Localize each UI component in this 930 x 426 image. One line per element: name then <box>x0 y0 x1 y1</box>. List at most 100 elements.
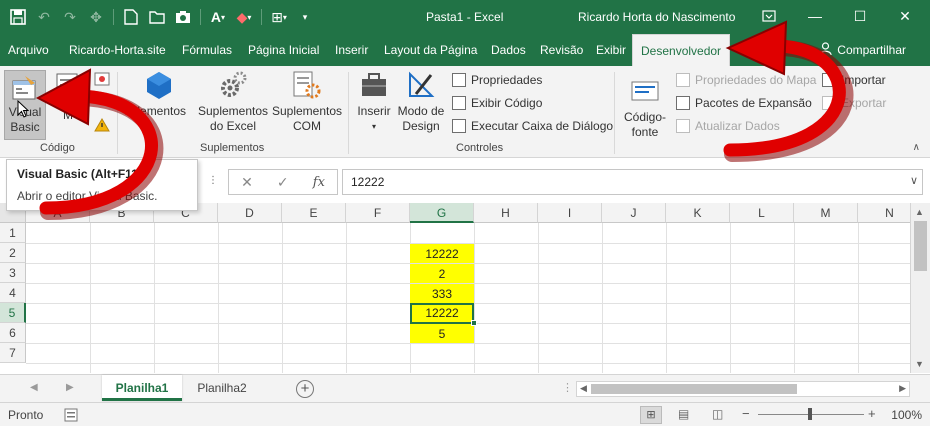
propriedades-button[interactable]: Propriedades <box>452 73 542 87</box>
minimize-icon[interactable]: — <box>800 4 830 28</box>
zoom-slider[interactable] <box>758 408 864 420</box>
macros-button[interactable]: M <box>48 70 88 123</box>
ribbon-tabs: Arquivo Ricardo-Horta.site Fórmulas Pági… <box>0 34 930 66</box>
tab-revisao[interactable]: Revisão <box>540 43 583 57</box>
codigo-fonte-button[interactable]: Código- fonte <box>620 70 670 140</box>
record-macro-icon[interactable] <box>94 72 110 86</box>
add-sheet-button[interactable]: + <box>296 380 314 398</box>
tab-splitter-icon[interactable]: ⋮ <box>562 381 573 394</box>
executar-caixa-button[interactable]: Executar Caixa de Diálogo <box>452 119 613 133</box>
column-header-m[interactable]: M <box>794 203 858 223</box>
column-header-l[interactable]: L <box>730 203 794 223</box>
insert-function-icon[interactable]: fx <box>313 175 325 190</box>
exportar-button[interactable]: Exportar <box>822 96 886 110</box>
cell-g3[interactable]: 2 <box>410 264 474 284</box>
suplementos-excel-button[interactable]: Suplementos do Excel <box>196 70 270 134</box>
user-name[interactable]: Ricardo Horta do Nascimento <box>578 10 735 24</box>
normal-view-icon[interactable]: ⊞ <box>640 406 662 424</box>
borders-icon[interactable]: ⊞ ▾ <box>267 6 291 28</box>
column-header-f[interactable]: F <box>346 203 410 223</box>
row-header-4[interactable]: 4 <box>0 283 26 303</box>
importar-button[interactable]: Importar <box>822 73 886 87</box>
page-layout-view-icon[interactable]: ▤ <box>678 407 689 421</box>
cell-g5-active[interactable]: 12222 <box>410 303 474 324</box>
customize-icon[interactable]: ▾ <box>293 6 317 28</box>
exibir-codigo-button[interactable]: Exibir Código <box>452 96 542 110</box>
collapse-ribbon-icon[interactable]: ∧ <box>913 142 920 153</box>
macro-security-icon[interactable] <box>94 118 110 132</box>
suplementos-button[interactable]: uplementos <box>124 70 194 119</box>
formula-input[interactable]: 12222 ∨ <box>342 169 923 195</box>
worksheet-grid[interactable]: A B C D E F G H I J K L M N 1 2 3 4 5 6 … <box>0 203 910 373</box>
zoom-in-icon[interactable]: + <box>868 406 876 421</box>
pacotes-expansao-button[interactable]: Pacotes de Expansão <box>676 96 812 110</box>
ribbon-display-icon[interactable] <box>754 4 784 28</box>
new-file-icon[interactable] <box>119 6 143 28</box>
redo-icon[interactable]: ↷ <box>58 6 82 28</box>
sheet-next-icon[interactable]: ▶ <box>66 382 74 393</box>
row-header-1[interactable]: 1 <box>0 223 26 243</box>
sheet-prev-icon[interactable]: ◀ <box>30 382 38 393</box>
macro-recording-icon[interactable] <box>64 408 78 425</box>
page-break-view-icon[interactable]: ◫ <box>712 407 723 421</box>
name-box-dropdown-icon[interactable]: ⋮ <box>208 175 218 186</box>
tab-dados[interactable]: Dados <box>491 43 526 57</box>
tab-layout-da-pagina[interactable]: Layout da Página <box>384 43 477 57</box>
touch-mode-icon[interactable]: ✥ <box>84 6 108 28</box>
sheet-tab-planilha1[interactable]: Planilha1 <box>102 375 182 401</box>
row-header-7[interactable]: 7 <box>0 343 26 363</box>
suplementos-com-button[interactable]: Suplementos COM <box>270 70 344 134</box>
row-header-5[interactable]: 5 <box>0 303 26 323</box>
camera-icon[interactable] <box>171 6 195 28</box>
undo-icon[interactable]: ↶ <box>32 6 56 28</box>
enter-icon[interactable]: ✓ <box>277 174 289 191</box>
close-icon[interactable]: ✕ <box>890 4 920 28</box>
tab-pagina-inicial[interactable]: Página Inicial <box>248 43 319 57</box>
horizontal-scroll-thumb[interactable] <box>591 384 797 394</box>
scroll-left-icon[interactable]: ◀ <box>580 383 587 394</box>
column-header-n[interactable]: N <box>858 203 910 223</box>
scroll-down-icon[interactable]: ▼ <box>915 359 924 369</box>
column-header-k[interactable]: K <box>666 203 730 223</box>
save-icon[interactable] <box>6 6 30 28</box>
column-header-g[interactable]: G <box>410 203 474 223</box>
fill-handle[interactable] <box>471 320 477 326</box>
zoom-slider-thumb[interactable] <box>808 408 812 420</box>
zoom-out-icon[interactable]: − <box>742 406 750 421</box>
cell-g2[interactable]: 12222 <box>410 244 474 264</box>
tab-desenvolvedor[interactable]: Desenvolvedor <box>632 34 731 66</box>
font-color-icon[interactable]: A ▾ <box>206 6 230 28</box>
cancel-icon[interactable]: ✕ <box>241 174 253 191</box>
column-header-d[interactable]: D <box>218 203 282 223</box>
vertical-scrollbar[interactable]: ▲ ▼ <box>910 203 930 373</box>
share-button[interactable]: Compartilhar <box>819 42 906 58</box>
inserir-control-button[interactable]: Inserir ▾ <box>354 70 394 134</box>
tab-ricardo-horta-site[interactable]: Ricardo-Horta.site <box>69 43 166 57</box>
row-header-3[interactable]: 3 <box>0 263 26 283</box>
row-header-2[interactable]: 2 <box>0 243 26 263</box>
zoom-level[interactable]: 100% <box>891 408 922 422</box>
scroll-right-icon[interactable]: ▶ <box>899 383 906 394</box>
expand-formula-icon[interactable]: ∨ <box>910 174 918 187</box>
tab-arquivo[interactable]: Arquivo <box>8 43 49 57</box>
propriedades-mapa-button[interactable]: Propriedades do Mapa <box>676 73 816 87</box>
cell-g4[interactable]: 333 <box>410 284 474 304</box>
column-header-h[interactable]: H <box>474 203 538 223</box>
design-mode-button[interactable]: Modo de Design <box>396 70 446 134</box>
tab-inserir[interactable]: Inserir <box>335 43 368 57</box>
open-folder-icon[interactable] <box>145 6 169 28</box>
column-header-j[interactable]: J <box>602 203 666 223</box>
tab-formulas[interactable]: Fórmulas <box>182 43 232 57</box>
cell-g6[interactable]: 5 <box>410 324 474 344</box>
horizontal-scrollbar[interactable]: ◀ ▶ <box>576 381 910 397</box>
row-header-6[interactable]: 6 <box>0 323 26 343</box>
scroll-up-icon[interactable]: ▲ <box>915 207 924 217</box>
column-header-e[interactable]: E <box>282 203 346 223</box>
sheet-tab-planilha2[interactable]: Planilha2 <box>186 375 258 401</box>
tab-exibir[interactable]: Exibir <box>596 43 626 57</box>
atualizar-dados-button[interactable]: Atualizar Dados <box>676 119 780 133</box>
column-header-i[interactable]: I <box>538 203 602 223</box>
maximize-icon[interactable]: ☐ <box>845 4 875 28</box>
vertical-scroll-thumb[interactable] <box>914 221 927 271</box>
fill-color-icon[interactable]: ◆ ▾ <box>232 6 256 28</box>
